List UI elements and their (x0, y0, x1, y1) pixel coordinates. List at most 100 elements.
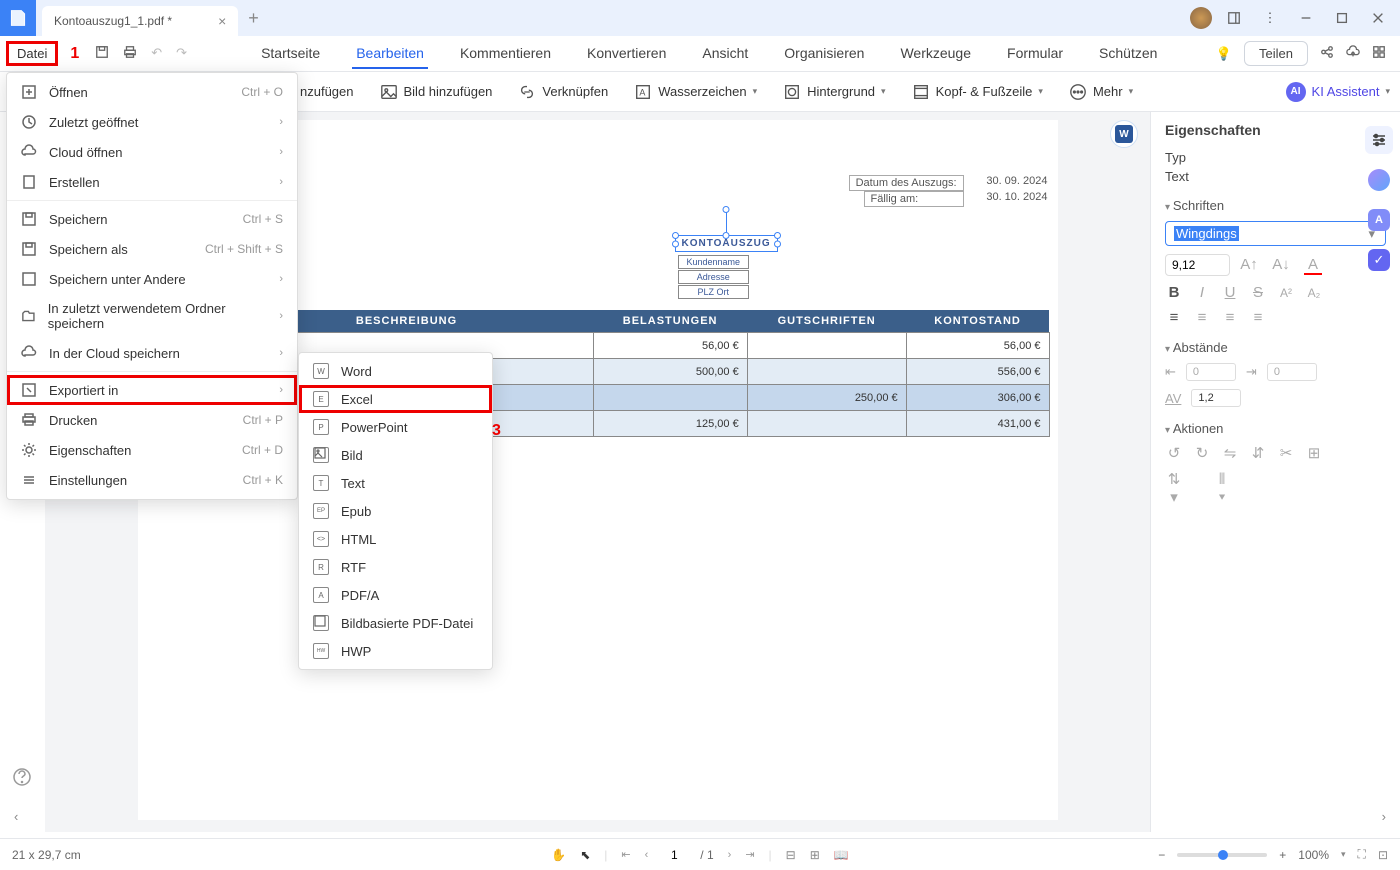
export-image[interactable]: Bild (299, 441, 492, 469)
menu-create[interactable]: Erstellen› (7, 167, 297, 197)
close-tab-icon[interactable]: × (218, 13, 226, 29)
font-grow-icon[interactable]: A↑ (1240, 256, 1258, 275)
spacing-section[interactable]: Abstände (1165, 340, 1386, 355)
more-icon[interactable]: ⋮ (1256, 4, 1284, 32)
export-epub[interactable]: EPEpub (299, 497, 492, 525)
bulb-icon[interactable]: 💡 (1216, 46, 1232, 62)
menu-ansicht[interactable]: Ansicht (698, 39, 752, 69)
export-image-pdf[interactable]: Bildbasierte PDF-Datei (299, 609, 492, 637)
export-pdfa[interactable]: APDF/A (299, 581, 492, 609)
fit-width-icon[interactable]: ⊟ (786, 848, 796, 862)
last-page-icon[interactable]: ⇥ (745, 848, 754, 861)
underline-icon[interactable]: U (1221, 284, 1239, 301)
menu-settings[interactable]: EinstellungenCtrl + K (7, 465, 297, 495)
next-page-icon[interactable]: › (728, 849, 732, 861)
actions-section[interactable]: Aktionen (1165, 421, 1386, 436)
font-shrink-icon[interactable]: A↓ (1272, 256, 1290, 275)
font-family-select[interactable]: Wingdings▾ (1165, 221, 1386, 246)
ai-chat-icon[interactable] (1365, 166, 1393, 194)
flip-h-icon[interactable]: ⇋ (1221, 444, 1239, 462)
prev-page-icon[interactable]: ‹ (645, 849, 649, 861)
char-spacing-input[interactable] (1191, 389, 1241, 407)
ribbon-link[interactable]: Verknüpfen (518, 83, 608, 101)
minimize-icon[interactable] (1292, 4, 1320, 32)
strike-icon[interactable]: S (1249, 284, 1267, 301)
indent-right-input[interactable] (1267, 363, 1317, 381)
ai-tool-icon[interactable]: A (1365, 206, 1393, 234)
font-color-icon[interactable]: A (1304, 256, 1322, 275)
ribbon-more[interactable]: Mehr▾ (1069, 83, 1133, 101)
fit-icon[interactable]: ⊡ (1378, 848, 1388, 862)
resize-handle[interactable] (774, 232, 781, 239)
subscript-icon[interactable]: A₂ (1305, 286, 1323, 300)
menu-export[interactable]: 2 Exportiert in› (7, 375, 297, 405)
zoom-thumb[interactable] (1218, 850, 1228, 860)
menu-bearbeiten[interactable]: Bearbeiten (352, 39, 428, 69)
resize-handle[interactable] (723, 232, 730, 239)
convert-word-bubble[interactable]: W (1110, 120, 1138, 148)
ribbon-background[interactable]: Hintergrund▾ (783, 83, 885, 101)
line-height-icon[interactable]: ⇅ ▾ (1165, 470, 1183, 506)
fullscreen-icon[interactable]: ⛶ (1358, 847, 1366, 862)
panel-icon[interactable] (1220, 4, 1248, 32)
crop-icon[interactable]: ✂ (1277, 444, 1295, 462)
align-justify-icon[interactable]: ≡ (1249, 309, 1267, 326)
user-avatar[interactable] (1190, 7, 1212, 29)
zoom-in-icon[interactable]: + (1279, 848, 1286, 862)
print-icon[interactable] (123, 45, 137, 62)
rotate-right-icon[interactable]: ↻ (1193, 444, 1211, 462)
page-number-input[interactable] (662, 848, 686, 862)
resize-handle[interactable] (672, 240, 679, 247)
share-button[interactable]: Teilen (1244, 41, 1308, 66)
rotate-handle[interactable] (723, 206, 730, 213)
first-page-icon[interactable]: ⇤ (621, 848, 630, 861)
grid-icon[interactable] (1372, 45, 1386, 62)
fit-page-icon[interactable]: ⊞ (810, 848, 820, 862)
menu-werkzeuge[interactable]: Werkzeuge (896, 39, 975, 69)
app-logo[interactable] (0, 0, 36, 36)
rotate-left-icon[interactable]: ↺ (1165, 444, 1183, 462)
select-tool-icon[interactable]: ⬉ (580, 848, 590, 862)
settings-sliders-icon[interactable] (1365, 126, 1393, 154)
ribbon-watermark[interactable]: AWasserzeichen▾ (634, 83, 757, 101)
flip-v-icon[interactable]: ⇵ (1249, 444, 1267, 462)
menu-kommentieren[interactable]: Kommentieren (456, 39, 555, 69)
export-html[interactable]: <>HTML (299, 525, 492, 553)
document-tab[interactable]: Kontoauszug1_1.pdf * × (42, 6, 238, 36)
font-size-input[interactable] (1165, 254, 1230, 276)
hand-tool-icon[interactable]: ✋ (551, 848, 566, 862)
ai-check-icon[interactable]: ✓ (1365, 246, 1393, 274)
menu-save[interactable]: SpeichernCtrl + S (7, 204, 297, 234)
undo-icon[interactable]: ↶ (151, 45, 162, 62)
resize-handle[interactable] (672, 232, 679, 239)
bold-icon[interactable]: B (1165, 284, 1183, 301)
close-window-icon[interactable] (1364, 4, 1392, 32)
menu-startseite[interactable]: Startseite (257, 39, 324, 69)
export-powerpoint[interactable]: PPowerPoint (299, 413, 492, 441)
export-hwp[interactable]: HWHWP (299, 637, 492, 665)
export-word[interactable]: WWord (299, 357, 492, 385)
ribbon-header-footer[interactable]: Kopf- & Fußzeile▾ (912, 83, 1043, 101)
export-excel[interactable]: EExcel (299, 385, 492, 413)
save-icon[interactable] (95, 45, 109, 62)
export-rtf[interactable]: RRTF (299, 553, 492, 581)
zoom-slider[interactable] (1177, 853, 1267, 857)
menu-recent[interactable]: Zuletzt geöffnet› (7, 107, 297, 137)
menu-save-other[interactable]: Speichern unter Andere› (7, 264, 297, 294)
export-text[interactable]: TText (299, 469, 492, 497)
menu-formular[interactable]: Formular (1003, 39, 1067, 69)
selected-text-box[interactable]: KONTOAUSZUG (675, 235, 778, 252)
help-icon[interactable] (12, 767, 32, 790)
superscript-icon[interactable]: A² (1277, 286, 1295, 300)
column-icon[interactable]: ⦀ ▾ (1213, 471, 1231, 505)
menu-save-recent[interactable]: In zuletzt verwendetem Ordner speichern› (7, 294, 297, 338)
menu-organisieren[interactable]: Organisieren (780, 39, 868, 69)
align-right-icon[interactable]: ≡ (1221, 309, 1239, 326)
menu-konvertieren[interactable]: Konvertieren (583, 39, 670, 69)
prev-page-arrow[interactable]: ‹ (14, 809, 18, 824)
new-tab-button[interactable]: + (248, 8, 259, 29)
menu-cloud-open[interactable]: Cloud öffnen› (7, 137, 297, 167)
replace-icon[interactable]: ⊞ (1305, 444, 1323, 462)
redo-icon[interactable]: ↷ (176, 45, 187, 62)
indent-left-input[interactable] (1186, 363, 1236, 381)
